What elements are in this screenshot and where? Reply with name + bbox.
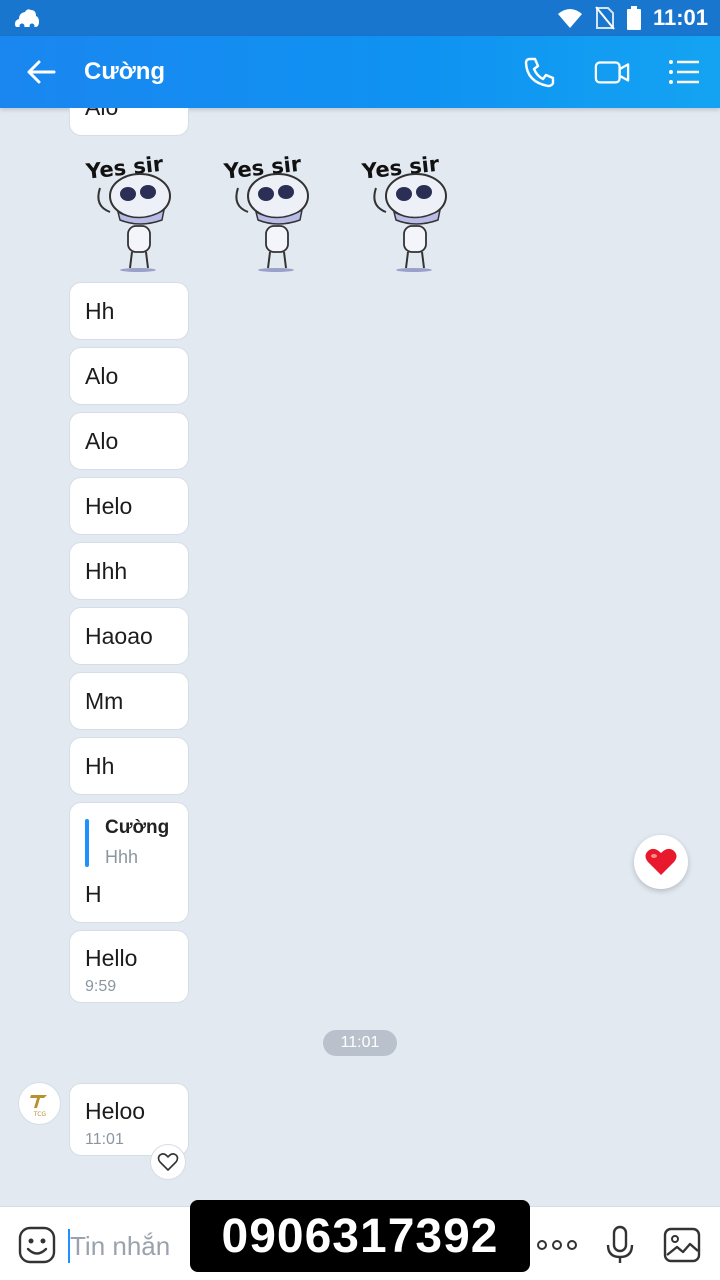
message-text: Hh: [85, 297, 115, 324]
message-text: Hh: [85, 752, 115, 779]
message-bubble[interactable]: Hhh: [69, 542, 189, 600]
message-bubble[interactable]: Hh: [69, 737, 189, 795]
message-input[interactable]: Tin nhắn: [70, 1231, 170, 1262]
no-sim-icon: [595, 6, 615, 30]
message-text: Haoao: [85, 622, 153, 649]
message-bubble[interactable]: Helo: [69, 477, 189, 535]
message-bubble[interactable]: Alo: [69, 108, 189, 136]
app-notification-icon: [15, 9, 39, 29]
message-bubble[interactable]: Hello 9:59: [69, 930, 189, 1003]
sticker-yes-sir[interactable]: Yes sir: [358, 148, 478, 272]
quick-heart-button[interactable]: [634, 835, 688, 889]
phone-number-overlay: 0906317392: [190, 1200, 530, 1272]
message-text: Hello: [85, 945, 138, 971]
emoji-sticker-icon[interactable]: [18, 1226, 56, 1264]
microphone-icon[interactable]: [603, 1225, 637, 1265]
quoted-sender-name: Cường: [105, 817, 170, 838]
message-text: Alo: [85, 427, 119, 454]
message-text: Mm: [85, 687, 124, 714]
status-time: 11:01: [652, 5, 708, 30]
back-arrow-icon[interactable]: [22, 54, 60, 90]
message-text: Hhh: [85, 557, 128, 584]
message-bubble[interactable]: Mm: [69, 672, 189, 730]
status-bar: 11:01: [0, 0, 720, 36]
phone-call-icon[interactable]: [522, 54, 558, 90]
quote-bar: [85, 819, 89, 867]
sticker-yes-sir[interactable]: Yes sir: [220, 148, 340, 272]
more-options-icon[interactable]: [536, 1235, 578, 1255]
heart-outline-icon: [157, 1153, 179, 1171]
video-call-icon[interactable]: [594, 54, 630, 90]
chat-messages[interactable]: Alo Yes sir Yes sir Yes sir Hh Alo Alo H…: [0, 108, 720, 1206]
reply-message-bubble[interactable]: Cường Hhh H: [69, 802, 189, 923]
battery-icon: [626, 6, 641, 30]
message-text: Alo: [85, 108, 118, 121]
message-time: 11:01: [85, 1131, 124, 1148]
like-reaction-button[interactable]: [150, 1144, 186, 1180]
quoted-text: Hhh: [105, 847, 139, 867]
message-bubble[interactable]: Haoao: [69, 607, 189, 665]
contact-name[interactable]: Cường: [84, 58, 165, 86]
heart-icon: [645, 848, 677, 875]
menu-list-icon[interactable]: [666, 54, 702, 90]
chat-header: Cường: [0, 36, 720, 108]
wifi-icon: [557, 9, 582, 28]
message-bubble[interactable]: Hh: [69, 282, 189, 340]
message-bubble[interactable]: Alo: [69, 347, 189, 405]
message-time: 9:59: [85, 978, 117, 995]
message-text: Alo: [85, 362, 119, 389]
message-text: H: [85, 881, 102, 907]
image-picker-icon[interactable]: [663, 1227, 701, 1263]
sticker-yes-sir[interactable]: Yes sir: [82, 148, 202, 272]
message-text: Heloo: [85, 1098, 146, 1124]
avatar[interactable]: TCG: [18, 1082, 61, 1125]
time-separator: 11:01: [323, 1030, 397, 1056]
message-bubble[interactable]: Alo: [69, 412, 189, 470]
avatar-text: TCG: [32, 1111, 46, 1118]
message-text: Helo: [85, 492, 133, 519]
avatar-logo-icon: TCG: [29, 1094, 47, 1118]
